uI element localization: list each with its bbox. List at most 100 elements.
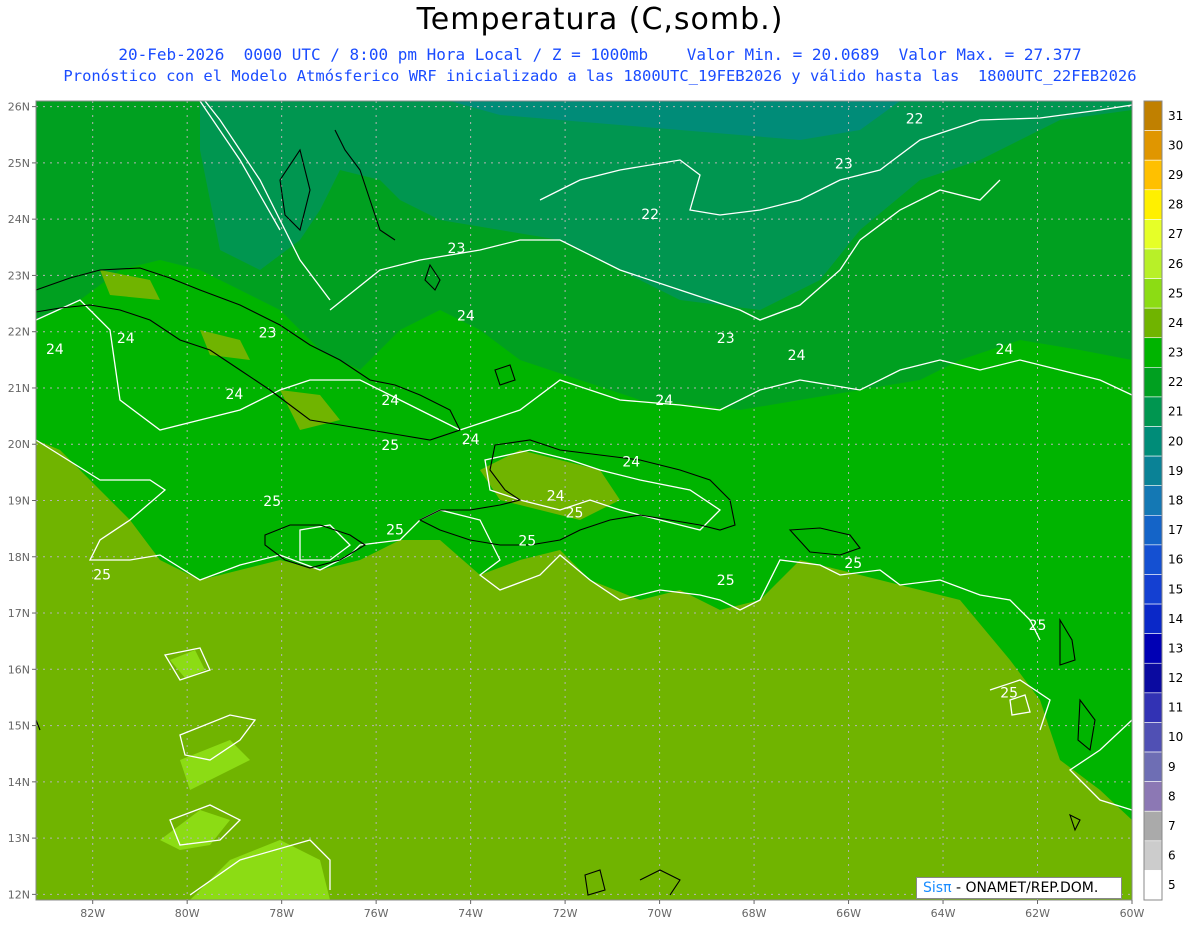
colorbar-swatch bbox=[1143, 781, 1163, 812]
colorbar-swatch bbox=[1143, 662, 1163, 694]
colorbar-swatch bbox=[1143, 840, 1163, 871]
contour-label: 25 bbox=[1000, 685, 1018, 701]
lat-label: 20N bbox=[8, 438, 30, 451]
colorbar-swatch bbox=[1143, 426, 1163, 457]
colorbar-label: 11 bbox=[1168, 701, 1183, 715]
colorbar-label: 19 bbox=[1168, 464, 1183, 478]
contour-label: 25 bbox=[717, 573, 735, 589]
colorbar-label: 24 bbox=[1168, 316, 1183, 330]
longitude-labels: 82W 80W 78W 76W 74W 72W 70W 68W 66W 64W 62W 60W bbox=[80, 900, 1145, 920]
colorbar-swatch bbox=[1143, 337, 1163, 368]
lon-label: 74W bbox=[458, 907, 483, 920]
lon-label: 60W bbox=[1120, 907, 1145, 920]
contour-label: 24 bbox=[457, 308, 475, 324]
colorbar-label: 23 bbox=[1168, 346, 1183, 360]
colorbar-swatch bbox=[1143, 810, 1163, 842]
lon-label: 64W bbox=[931, 907, 956, 920]
contour-label: 25 bbox=[844, 556, 862, 572]
contour-label: 25 bbox=[381, 438, 399, 454]
colorbar-swatch bbox=[1143, 307, 1163, 339]
lat-label: 19N bbox=[8, 495, 30, 508]
colorbar-swatch bbox=[1143, 455, 1163, 487]
lon-label: 62W bbox=[1025, 907, 1050, 920]
contour-label: 25 bbox=[518, 534, 536, 550]
lon-label: 80W bbox=[175, 907, 200, 920]
contour-label: 22 bbox=[906, 112, 924, 128]
colorbar-swatch bbox=[1143, 692, 1163, 723]
lat-label: 23N bbox=[8, 269, 30, 282]
colorbar-label: 26 bbox=[1168, 257, 1183, 271]
contour-label: 25 bbox=[93, 567, 111, 583]
contour-label: 24 bbox=[117, 331, 135, 347]
contour-label: 25 bbox=[263, 494, 281, 510]
contour-label: 24 bbox=[788, 348, 806, 364]
contour-label: 24 bbox=[655, 393, 673, 409]
colorbar-label: 15 bbox=[1168, 582, 1183, 596]
lat-label: 13N bbox=[8, 832, 30, 845]
contour-label: 24 bbox=[225, 387, 243, 403]
colorbar-swatch bbox=[1143, 514, 1163, 546]
colorbar-label: 17 bbox=[1168, 523, 1183, 537]
credit-org: - ONAMET/REP.DOM. bbox=[951, 880, 1099, 896]
colorbar-label: 30 bbox=[1168, 138, 1183, 152]
colorbar-swatch bbox=[1143, 189, 1163, 220]
lon-label: 66W bbox=[836, 907, 861, 920]
colorbar-swatch bbox=[1143, 485, 1163, 516]
colorbar-label: 12 bbox=[1168, 671, 1183, 685]
lat-label: 16N bbox=[8, 663, 30, 676]
colorbar-label: 16 bbox=[1168, 553, 1183, 567]
colorbar-swatch bbox=[1143, 870, 1163, 901]
lat-label: 24N bbox=[8, 213, 30, 226]
colorbar-label: 10 bbox=[1168, 730, 1183, 744]
colorbar-swatch bbox=[1143, 130, 1163, 161]
colorbar-swatch bbox=[1143, 544, 1163, 575]
colorbar-swatch bbox=[1143, 219, 1163, 250]
lon-label: 76W bbox=[364, 907, 389, 920]
colorbar-swatch bbox=[1143, 633, 1163, 664]
contour-label: 25 bbox=[566, 505, 584, 521]
colorbar-swatch bbox=[1143, 367, 1163, 398]
contour-label: 23 bbox=[259, 325, 277, 341]
lat-label: 15N bbox=[8, 720, 30, 733]
colorbar-label: 22 bbox=[1168, 375, 1183, 389]
colorbar-swatch bbox=[1143, 574, 1163, 605]
colorbar-label: 29 bbox=[1168, 168, 1183, 182]
lat-label: 18N bbox=[8, 551, 30, 564]
colorbar-label: 14 bbox=[1168, 612, 1183, 626]
contour-label: 24 bbox=[622, 455, 640, 471]
colorbar-label: 25 bbox=[1168, 286, 1183, 300]
contour-label: 24 bbox=[996, 342, 1014, 358]
contour-label: 25 bbox=[1029, 618, 1047, 634]
credit-sis: Sisπ bbox=[923, 880, 952, 896]
contour-label: 23 bbox=[835, 157, 853, 173]
lon-label: 78W bbox=[269, 907, 294, 920]
colorbar-label: 28 bbox=[1168, 198, 1183, 212]
lon-label: 68W bbox=[742, 907, 767, 920]
contour-label: 24 bbox=[381, 393, 399, 409]
temperature-map: 22 22 23 23 23 23 24 24 24 24 24 24 24 24 24 24 24 25 25 25… bbox=[8, 100, 1183, 920]
colorbar-label: 6 bbox=[1168, 849, 1176, 863]
colorbar-label: 21 bbox=[1168, 405, 1183, 419]
contour-label: 23 bbox=[448, 241, 466, 257]
colorbar-swatch bbox=[1143, 396, 1163, 427]
colorbar-swatch bbox=[1143, 248, 1163, 279]
colorbar-label: 8 bbox=[1168, 789, 1176, 803]
latitude-labels: 26N 25N 24N 23N 22N 21N 20N 19N 18N 17N 16N 15N 14N 1… bbox=[8, 101, 36, 901]
colorbar-swatch bbox=[1143, 722, 1163, 753]
lat-label: 21N bbox=[8, 382, 30, 395]
lat-label: 17N bbox=[8, 607, 30, 620]
colorbar-label: 18 bbox=[1168, 494, 1183, 508]
colorbar-swatch bbox=[1143, 751, 1163, 782]
lon-label: 70W bbox=[647, 907, 672, 920]
credit-box: Sisπ - ONAMET/REP.DOM. bbox=[916, 877, 1122, 899]
lat-label: 25N bbox=[8, 157, 30, 170]
contour-label: 23 bbox=[717, 331, 735, 347]
colorbar-swatch bbox=[1143, 159, 1163, 191]
colorbar-swatch bbox=[1143, 278, 1163, 309]
colorbar-label: 13 bbox=[1168, 641, 1183, 655]
contour-label: 24 bbox=[462, 432, 480, 448]
contour-label: 24 bbox=[46, 342, 64, 358]
contour-label: 22 bbox=[641, 207, 659, 223]
contour-label: 25 bbox=[386, 522, 404, 538]
colorbar-swatch bbox=[1143, 100, 1163, 131]
